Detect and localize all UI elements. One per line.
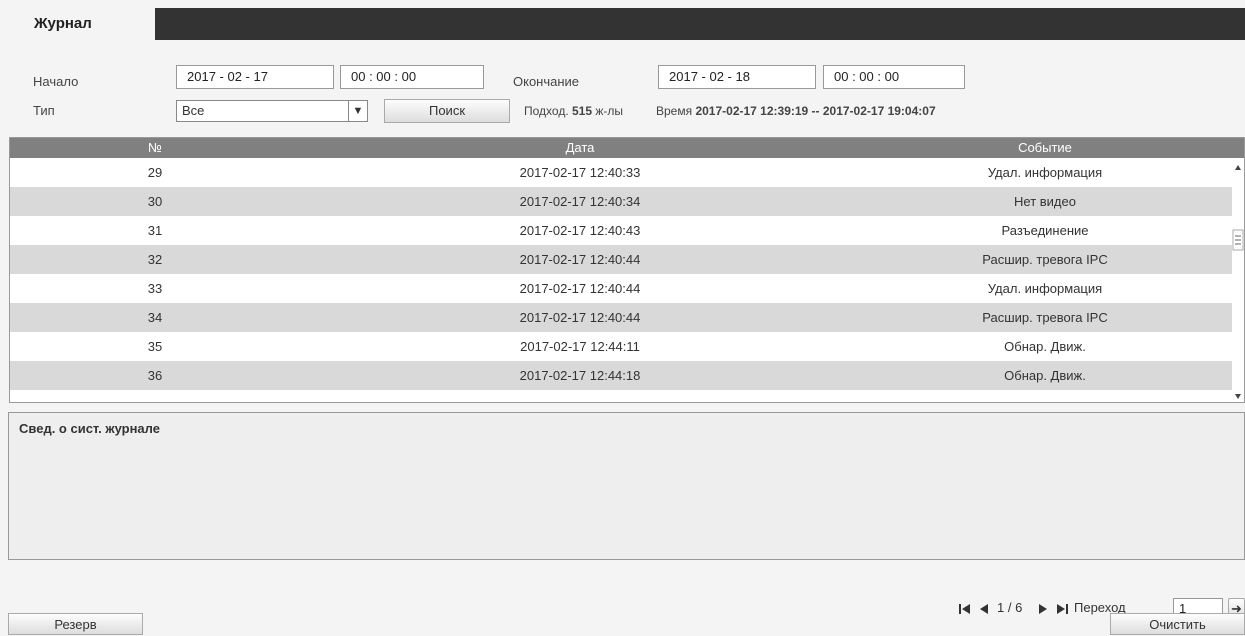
last-page-icon[interactable] xyxy=(1054,602,1070,616)
table-body: 29 2017-02-17 12:40:33 Удал. информация 30… xyxy=(10,158,1244,390)
cell-event: Нет видео xyxy=(1014,194,1076,209)
type-select-value: Все xyxy=(182,103,205,118)
found-prefix: Подход. xyxy=(524,104,569,118)
tab-strip xyxy=(155,8,1245,40)
cell-date: 2017-02-17 12:40:33 xyxy=(519,165,641,180)
top-bar: Журнал xyxy=(0,0,1245,40)
table-row[interactable]: 34 2017-02-17 12:40:44 Расшир. тревога IPC xyxy=(10,303,1244,332)
chevron-down-icon[interactable]: ▼ xyxy=(348,101,367,121)
cell-no: 36 xyxy=(147,368,163,383)
backup-button[interactable]: Резерв xyxy=(8,613,143,635)
prev-page-icon[interactable] xyxy=(977,602,991,616)
end-date-field[interactable]: 2017 - 02 - 18 xyxy=(658,65,816,89)
table-row[interactable]: 33 2017-02-17 12:40:44 Удал. информация xyxy=(10,274,1244,303)
cell-no: 35 xyxy=(147,339,163,354)
cell-no: 32 xyxy=(147,252,163,267)
start-date-field[interactable]: 2017 - 02 - 17 xyxy=(176,65,334,89)
page-indicator: 1 / 6 xyxy=(997,600,1023,615)
next-page-icon[interactable] xyxy=(1036,602,1050,616)
cell-event: Разъединение xyxy=(1001,223,1089,238)
table-row[interactable]: 32 2017-02-17 12:40:44 Расшир. тревога IPC xyxy=(10,245,1244,274)
type-select[interactable]: Все ▼ xyxy=(176,100,368,122)
cell-no: 30 xyxy=(147,194,163,209)
log-table: № Дата Событие 29 2017-02-17 12:40:33 Удал… xyxy=(9,137,1245,403)
header-no: № xyxy=(148,140,162,155)
cell-date: 2017-02-17 12:40:34 xyxy=(519,194,641,209)
end-label: Окончание xyxy=(513,74,580,89)
cell-event: Расшир. тревога IPC xyxy=(982,252,1108,267)
header-event: Событие xyxy=(1018,140,1072,155)
table-row[interactable]: 31 2017-02-17 12:40:43 Разъединение xyxy=(10,216,1244,245)
table-row[interactable]: 35 2017-02-17 12:44:11 Обнар. Движ. xyxy=(10,332,1244,361)
header-date: Дата xyxy=(565,140,595,155)
cell-no: 31 xyxy=(147,223,163,238)
type-label: Тип xyxy=(33,103,55,118)
cell-no: 34 xyxy=(147,310,163,325)
time-prefix: Время xyxy=(656,104,693,118)
start-label: Начало xyxy=(33,74,79,89)
cell-date: 2017-02-17 12:44:11 xyxy=(520,339,640,354)
found-info: Подход. 515 ж-лы xyxy=(524,104,623,118)
tab-journal[interactable]: Журнал xyxy=(12,8,152,40)
cell-event: Обнар. Движ. xyxy=(1004,339,1086,354)
scrollbar-graphic xyxy=(1232,165,1244,399)
found-suffix: ж-лы xyxy=(595,104,624,118)
end-time-field[interactable]: 00 : 00 : 00 xyxy=(823,65,965,89)
clear-button[interactable]: Очистить xyxy=(1110,613,1245,635)
cell-event: Удал. информация xyxy=(987,165,1103,180)
cell-no: 33 xyxy=(147,281,163,296)
table-row[interactable]: 36 2017-02-17 12:44:18 Обнар. Движ. xyxy=(10,361,1244,390)
cell-event: Обнар. Движ. xyxy=(1004,368,1086,383)
cell-event: Удал. информация xyxy=(987,281,1103,296)
time-range: 2017-02-17 12:39:19 -- 2017-02-17 19:04:… xyxy=(695,104,936,118)
cell-date: 2017-02-17 12:40:43 xyxy=(519,223,641,238)
cell-no: 29 xyxy=(147,165,163,180)
search-button[interactable]: Поиск xyxy=(384,99,510,123)
table-scrollbar[interactable] xyxy=(1232,158,1244,402)
first-page-icon[interactable] xyxy=(957,602,973,616)
cell-date: 2017-02-17 12:40:44 xyxy=(519,252,641,267)
info-title: Свед. о сист. журнале xyxy=(19,421,160,436)
start-time-field[interactable]: 00 : 00 : 00 xyxy=(340,65,484,89)
scroll-down-icon xyxy=(1235,394,1241,399)
cell-event: Расшир. тревога IPC xyxy=(982,310,1108,325)
tab-journal-label: Журнал xyxy=(34,15,92,32)
system-log-info-panel: Свед. о сист. журнале xyxy=(8,412,1245,560)
cell-date: 2017-02-17 12:40:44 xyxy=(519,281,641,296)
cell-date: 2017-02-17 12:40:44 xyxy=(519,310,641,325)
table-header: № Дата Событие xyxy=(10,138,1244,158)
found-count: 515 xyxy=(572,104,593,118)
cell-date: 2017-02-17 12:44:18 xyxy=(519,368,641,383)
table-row[interactable]: 30 2017-02-17 12:40:34 Нет видео xyxy=(10,187,1244,216)
table-row[interactable]: 29 2017-02-17 12:40:33 Удал. информация xyxy=(10,158,1244,187)
scroll-up-icon xyxy=(1235,165,1241,170)
time-info: Время 2017-02-17 12:39:19 -- 2017-02-17 … xyxy=(656,104,936,118)
